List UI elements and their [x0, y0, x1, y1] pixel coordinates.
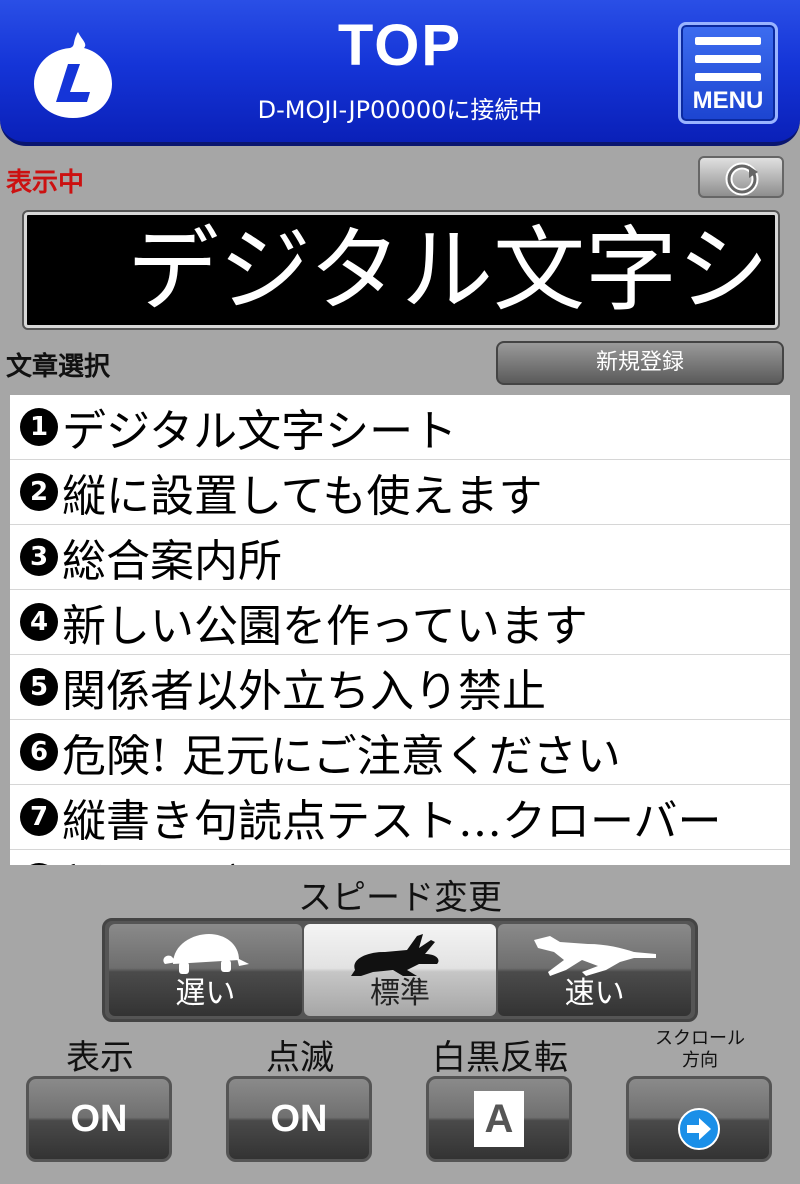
invert-a-icon: A: [474, 1091, 524, 1147]
list-item[interactable]: 5 関係者以外立ち入り禁止: [10, 655, 790, 720]
speed-normal-button[interactable]: 標準: [303, 924, 497, 1016]
item-text: デジタル文字シート: [62, 406, 458, 457]
speed-fast-button[interactable]: 速い: [498, 924, 692, 1016]
item-text: 危険! 足元にご注意ください: [62, 731, 621, 782]
item-text: 関係者以外立ち入り禁止: [62, 666, 546, 717]
arrow-right-circle-icon: [678, 1108, 720, 1150]
item-number: 6: [20, 733, 58, 771]
list-item[interactable]: 1 デジタル文字シート: [10, 395, 790, 460]
item-text: 縦書き句読点テスト…クローバー: [62, 796, 722, 847]
speed-slow-button[interactable]: 遅い: [109, 924, 302, 1016]
item-number: 4: [20, 603, 58, 641]
item-number: 1: [20, 408, 58, 446]
led-display-preview: デジタル文字シ: [24, 212, 778, 328]
scroll-direction-label: スクロール 方向: [610, 1028, 790, 1072]
display-text: デジタル文字シ: [127, 217, 770, 324]
list-item[interactable]: 3 総合案内所: [10, 525, 790, 590]
speed-label: スピード変更: [298, 878, 502, 918]
blink-toggle-button[interactable]: ON: [226, 1076, 372, 1162]
item-text: 新しいデータ: [62, 850, 326, 865]
list-item[interactable]: 4 新しい公園を作っています: [10, 590, 790, 655]
display-toggle-button[interactable]: ON: [26, 1076, 172, 1162]
menu-button[interactable]: MENU: [678, 22, 778, 124]
now-showing-label: 表示中: [6, 168, 85, 198]
new-register-button[interactable]: 新規登録: [496, 341, 784, 385]
display-toggle-label: 表示: [66, 1038, 134, 1078]
item-text: 総合案内所: [62, 536, 282, 587]
speed-fast-label: 速い: [564, 976, 625, 1011]
blink-toggle-label: 点滅: [266, 1038, 334, 1078]
speed-normal-label: 標準: [370, 976, 430, 1011]
item-text: 新しい公園を作っています: [62, 601, 588, 652]
hamburger-bar: [695, 73, 761, 81]
sentence-list[interactable]: 1 デジタル文字シート 2 縦に設置しても使えます 3 総合案内所 4 新しい公…: [10, 395, 790, 865]
list-item[interactable]: 6 危険! 足元にご注意ください: [10, 720, 790, 785]
scroll-direction-button[interactable]: [626, 1076, 772, 1162]
refresh-icon: [725, 162, 759, 196]
speed-slow-label: 遅い: [175, 976, 236, 1011]
speed-selector: 遅い 標準 速い: [102, 918, 698, 1022]
list-item[interactable]: 2 縦に設置しても使えます: [10, 460, 790, 525]
hamburger-icon: [695, 37, 761, 45]
refresh-button[interactable]: [698, 156, 784, 198]
item-number: 8: [20, 863, 58, 865]
invert-toggle-label: 白黒反転: [432, 1038, 568, 1078]
list-item[interactable]: 8 新しいデータ: [10, 850, 790, 865]
scroll-direction-label-line2: 方向: [682, 1050, 718, 1071]
item-number: 3: [20, 538, 58, 576]
item-number: 5: [20, 668, 58, 706]
invert-toggle-button[interactable]: A: [426, 1076, 572, 1162]
item-number: 2: [20, 473, 58, 511]
sentence-select-label: 文章選択: [6, 352, 111, 382]
list-item[interactable]: 7 縦書き句読点テスト…クローバー: [10, 785, 790, 850]
scroll-direction-label-line1: スクロール: [655, 1028, 745, 1049]
item-number: 7: [20, 798, 58, 836]
app-header: TOP D-MOJI-JP00000に接続中 MENU: [0, 0, 800, 146]
menu-button-label: MENU: [692, 87, 764, 114]
hamburger-bar: [695, 55, 761, 63]
item-text: 縦に設置しても使えます: [62, 471, 543, 522]
